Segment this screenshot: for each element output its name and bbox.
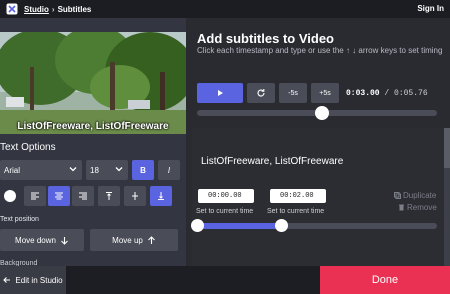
font-select-value: Arial (4, 165, 21, 175)
play-button[interactable] (197, 83, 243, 103)
breadcrumb-subtitles: Subtitles (57, 4, 92, 14)
valign-bottom-button[interactable] (150, 186, 172, 206)
page-subtitle: Click each timestamp and type or use the… (197, 46, 443, 55)
top-bar: Studio › Subtitles Sign In (0, 0, 450, 18)
set-start-current-link[interactable]: Set to current time (196, 208, 253, 215)
breadcrumb-studio[interactable]: Studio (24, 5, 49, 14)
remove-label: Remove (407, 203, 437, 212)
current-time: 0:03.00 (346, 89, 380, 98)
start-timestamp-input[interactable]: 00:00.00 (198, 189, 254, 203)
valign-middle-button[interactable] (124, 186, 146, 206)
time-readout: 0:03.00 / 0:05.76 (346, 89, 428, 98)
chevron-down-icon (69, 167, 77, 172)
text-options-title: Text Options (0, 142, 56, 153)
bold-button[interactable]: B (132, 160, 154, 180)
chevron-down-icon (115, 167, 123, 172)
end-timestamp-input[interactable]: 00:02.00 (270, 189, 326, 203)
subtitle-range-start-handle[interactable] (191, 219, 204, 232)
font-size-select[interactable]: 18 (86, 160, 128, 180)
forward-5s-button[interactable]: +5s (311, 83, 339, 103)
align-middle-icon (132, 192, 138, 200)
move-up-button[interactable]: Move up (90, 229, 178, 251)
play-icon (218, 90, 223, 96)
set-end-current-link[interactable]: Set to current time (267, 208, 324, 215)
align-top-icon (106, 192, 112, 200)
video-preview[interactable]: ListOfFreeware, ListOfFreeware (0, 32, 186, 134)
trash-icon (399, 204, 404, 211)
font-select[interactable]: Arial (0, 160, 82, 180)
edit-in-studio-button[interactable]: Edit in Studio (0, 266, 66, 294)
restart-button[interactable] (247, 83, 275, 103)
done-button[interactable]: Done (320, 266, 450, 294)
move-down-label: Move down (15, 235, 56, 245)
duplicate-label: Duplicate (403, 191, 437, 200)
align-center-icon (55, 192, 63, 200)
align-left-button[interactable] (24, 186, 46, 206)
video-caption-overlay: ListOfFreeware, ListOfFreeware (17, 121, 169, 132)
rewind-5s-button[interactable]: -5s (279, 83, 307, 103)
subtitle-range-fill (197, 223, 281, 229)
breadcrumb-separator: › (51, 4, 55, 14)
font-size-value: 18 (90, 165, 99, 175)
text-color-button[interactable] (0, 186, 20, 206)
align-right-button[interactable] (72, 186, 94, 206)
page-title: Add subtitles to Video (197, 31, 334, 46)
align-bottom-icon (158, 192, 164, 200)
align-left-icon (31, 192, 39, 200)
duplicate-icon (394, 192, 401, 199)
subtitle-text-field[interactable]: ListOfFreeware, ListOfFreeware (201, 156, 343, 167)
restart-icon (257, 89, 265, 97)
text-position-label: Text position (0, 216, 39, 223)
scrollbar-thumb[interactable] (444, 128, 450, 168)
total-time: 0:05.76 (394, 89, 428, 98)
move-down-button[interactable]: Move down (0, 229, 84, 251)
color-swatch-icon (4, 190, 16, 202)
duplicate-button[interactable]: Duplicate (394, 191, 436, 200)
sign-in-link[interactable]: Sign In (417, 4, 444, 13)
subtitle-range-end-handle[interactable] (275, 219, 288, 232)
move-up-label: Move up (112, 235, 143, 245)
arrow-up-icon (147, 235, 155, 244)
align-right-icon (79, 192, 87, 200)
back-arrow-icon (3, 277, 11, 283)
valign-top-button[interactable] (98, 186, 120, 206)
kapwing-logo-icon[interactable] (6, 3, 18, 15)
edit-in-studio-label: Edit in Studio (15, 275, 63, 285)
arrow-down-icon (61, 236, 68, 245)
time-separator: / (379, 89, 395, 98)
italic-button[interactable]: I (158, 160, 180, 180)
playback-scrubber-handle[interactable] (314, 106, 329, 120)
remove-button[interactable]: Remove (398, 203, 437, 212)
video-frame-image (0, 32, 186, 134)
align-center-button[interactable] (48, 186, 70, 206)
